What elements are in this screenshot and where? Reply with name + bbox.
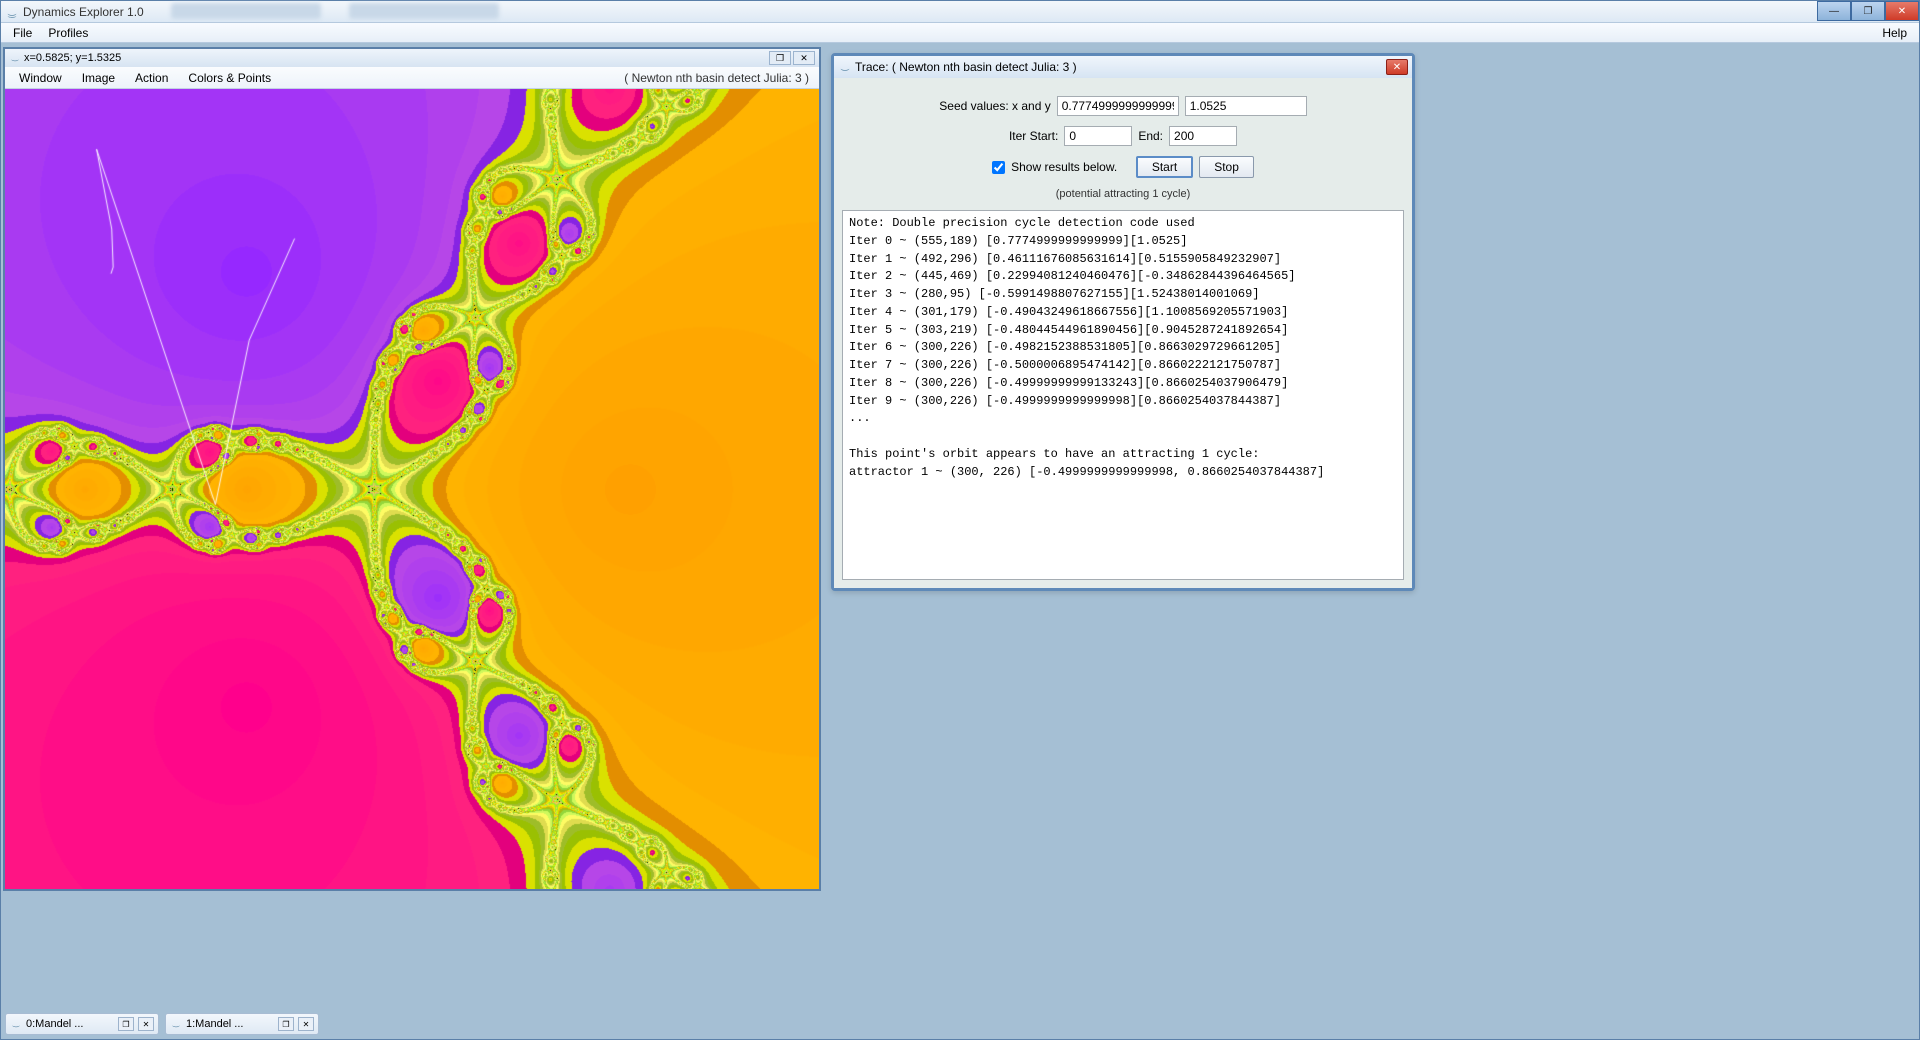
stop-button[interactable]: Stop (1199, 156, 1254, 178)
mdi-client: x=0.5825; y=1.5325 ❐ ✕ Window Image Acti… (1, 43, 1919, 1039)
fractal-canvas[interactable] (5, 89, 819, 889)
iter-start-label: Iter Start: (1009, 129, 1058, 143)
menu-colors-points[interactable]: Colors & Points (178, 69, 281, 87)
coord-status: x=0.5825; y=1.5325 (24, 52, 121, 64)
java-icon (9, 52, 21, 64)
iter-end-input[interactable] (1169, 126, 1237, 146)
fractal-titlebar[interactable]: x=0.5825; y=1.5325 ❐ ✕ (5, 49, 819, 67)
trace-title: Trace: ( Newton nth basin detect Julia: … (855, 60, 1077, 74)
trace-status: (potential attracting 1 cycle) (842, 188, 1404, 200)
minimize-button[interactable]: — (1817, 1, 1851, 21)
window-controls: — ❐ ✕ (1817, 1, 1919, 21)
seed-label: Seed values: x and y (939, 99, 1050, 113)
menu-profiles[interactable]: Profiles (40, 24, 96, 42)
trace-results[interactable]: Note: Double precision cycle detection c… (842, 210, 1404, 580)
restore-icon[interactable]: ❐ (118, 1017, 134, 1031)
start-button[interactable]: Start (1136, 156, 1193, 178)
menu-image[interactable]: Image (72, 69, 125, 87)
app-titlebar: Dynamics Explorer 1.0 — ❐ ✕ (1, 1, 1919, 23)
java-icon (10, 1018, 22, 1030)
menu-window[interactable]: Window (9, 69, 72, 87)
maximize-button[interactable]: ❐ (1851, 1, 1885, 21)
taskbar-item-1[interactable]: 1:Mandel ... ❐ ✕ (165, 1013, 319, 1035)
end-label: End: (1138, 129, 1163, 143)
background-blur (171, 3, 499, 19)
taskbar-item-label: 0:Mandel ... (26, 1018, 114, 1030)
menu-help[interactable]: Help (1874, 24, 1915, 42)
trace-dialog: Trace: ( Newton nth basin detect Julia: … (831, 53, 1415, 591)
close-button[interactable]: ✕ (1885, 1, 1919, 21)
seed-x-input[interactable] (1057, 96, 1179, 116)
trace-titlebar[interactable]: Trace: ( Newton nth basin detect Julia: … (834, 56, 1412, 78)
app-title: Dynamics Explorer 1.0 (23, 5, 144, 19)
menu-file[interactable]: File (5, 24, 40, 42)
mdi-taskbar: 0:Mandel ... ❐ ✕ 1:Mandel ... ❐ ✕ (5, 1013, 319, 1035)
internal-maximize-button[interactable]: ❐ (769, 51, 791, 65)
trace-close-button[interactable]: ✕ (1386, 59, 1408, 75)
taskbar-item-label: 1:Mandel ... (186, 1018, 274, 1030)
java-icon (170, 1018, 182, 1030)
close-icon[interactable]: ✕ (138, 1017, 154, 1031)
fractal-label: ( Newton nth basin detect Julia: 3 ) (624, 71, 815, 85)
show-results-label: Show results below. (1011, 160, 1117, 174)
close-icon[interactable]: ✕ (298, 1017, 314, 1031)
taskbar-item-0[interactable]: 0:Mandel ... ❐ ✕ (5, 1013, 159, 1035)
restore-icon[interactable]: ❐ (278, 1017, 294, 1031)
main-menubar: File Profiles Help (1, 23, 1919, 43)
show-results-checkbox[interactable] (992, 161, 1005, 174)
java-icon (838, 60, 852, 74)
java-icon (5, 5, 19, 19)
seed-y-input[interactable] (1185, 96, 1307, 116)
trace-body: Seed values: x and y Iter Start: End: Sh… (834, 78, 1412, 588)
fractal-menubar: Window Image Action Colors & Points ( Ne… (5, 67, 819, 89)
internal-close-button[interactable]: ✕ (793, 51, 815, 65)
menu-action[interactable]: Action (125, 69, 178, 87)
app-window: Dynamics Explorer 1.0 — ❐ ✕ File Profile… (0, 0, 1920, 1040)
fractal-window: x=0.5825; y=1.5325 ❐ ✕ Window Image Acti… (3, 47, 821, 891)
iter-start-input[interactable] (1064, 126, 1132, 146)
